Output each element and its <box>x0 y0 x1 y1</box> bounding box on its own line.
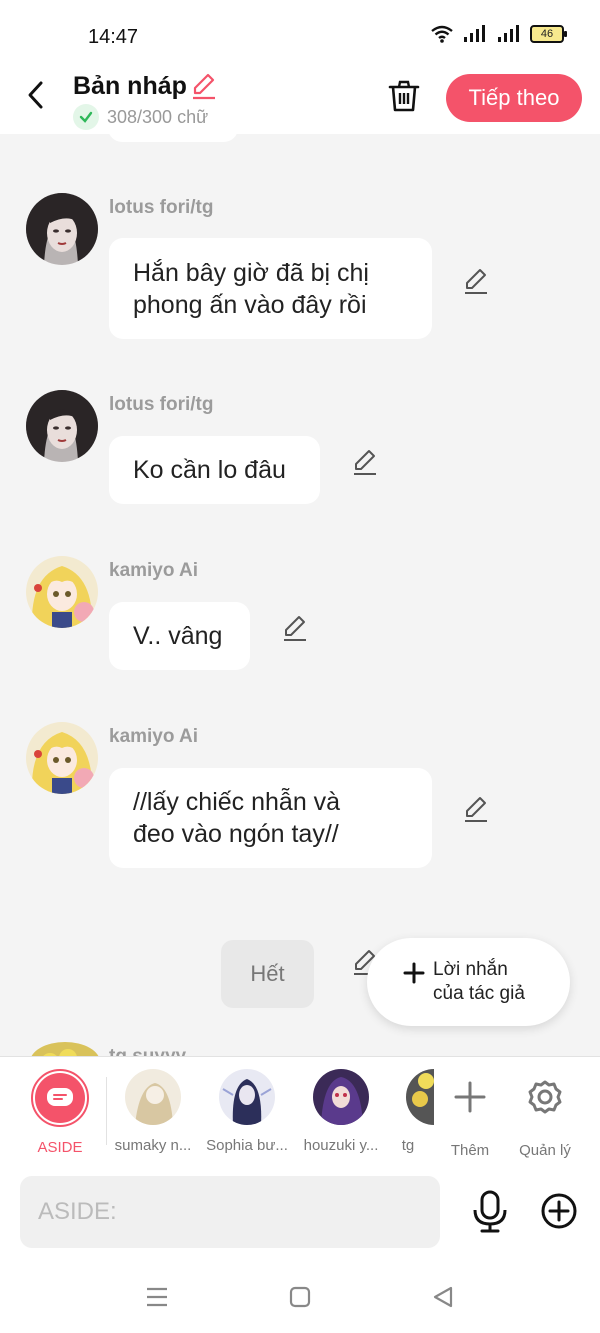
message-sender: kamiyo Ai <box>109 726 199 747</box>
wifi-icon <box>431 25 453 43</box>
character-label: tg <box>401 1137 415 1154</box>
message-line: Hắn bây giờ đã bị chị <box>133 258 369 287</box>
message-bubble[interactable]: Hắn bây giờ đã bị chị phong ấn vào đây r… <box>109 238 432 339</box>
input-bar: ASIDE: <box>0 1164 600 1260</box>
message-input[interactable]: ASIDE: <box>20 1176 440 1248</box>
page-title[interactable]: Bản nháp <box>73 72 187 101</box>
avatar[interactable] <box>30 1042 100 1056</box>
chat-bubble-icon <box>47 1088 73 1106</box>
status-icons: 46 <box>430 24 567 44</box>
microphone-icon[interactable] <box>470 1190 510 1234</box>
edit-message-icon[interactable] <box>351 448 379 476</box>
avatar <box>219 1069 275 1125</box>
avatar <box>125 1069 181 1125</box>
character-label: ASIDE <box>37 1139 83 1156</box>
author-note-line: Lời nhắn <box>433 959 508 980</box>
status-time: 14:47 <box>88 26 139 48</box>
avatar[interactable] <box>26 722 98 794</box>
home-icon[interactable] <box>287 1284 313 1310</box>
menu-icon[interactable] <box>144 1284 170 1310</box>
trash-icon[interactable] <box>386 78 422 114</box>
character-label: Sophia bư... <box>206 1137 288 1154</box>
add-character-button[interactable]: Thêm <box>437 1069 503 1159</box>
edit-title-icon[interactable] <box>190 72 218 100</box>
previous-message-bubble[interactable] <box>108 134 238 142</box>
author-note-button[interactable]: Lời nhắn của tác giả <box>367 938 570 1026</box>
signal-icon <box>464 25 485 42</box>
end-marker-bubble[interactable]: Hết <box>221 940 314 1008</box>
plus-icon <box>454 1081 486 1113</box>
edit-message-icon[interactable] <box>462 267 490 295</box>
message-bubble[interactable]: V.. vâng <box>109 602 250 670</box>
message-sender: kamiyo Ai <box>109 560 199 581</box>
message-sender: lotus fori/tg <box>109 394 214 415</box>
manage-button[interactable]: Quản lý <box>512 1069 578 1159</box>
gear-icon <box>528 1080 562 1114</box>
message-line: //lấy chiếc nhẫn và <box>133 788 341 816</box>
back-icon[interactable] <box>22 80 52 110</box>
back-nav-icon[interactable] <box>430 1284 456 1310</box>
header: Bản nháp 308/300 chữ Tiếp theo <box>0 70 600 134</box>
message-bubble[interactable]: //lấy chiếc nhẫn và đeo vào ngón tay// <box>109 768 432 868</box>
system-nav-bar <box>0 1260 600 1333</box>
character-item[interactable]: sumaky n... <box>106 1069 200 1154</box>
message-line: phong ấn vào đây rồi <box>133 290 367 319</box>
manage-label: Quản lý <box>519 1142 571 1159</box>
character-label: sumaky n... <box>114 1137 192 1154</box>
chat-area[interactable]: lotus fori/tg Hắn bây giờ đã bị chị phon… <box>0 134 600 1056</box>
avatar <box>406 1069 434 1125</box>
add-circle-icon[interactable] <box>540 1192 578 1230</box>
edit-message-icon[interactable] <box>281 614 309 642</box>
character-aside[interactable]: ASIDE <box>13 1069 107 1156</box>
signal-icon-2 <box>498 25 519 42</box>
check-icon <box>73 104 99 130</box>
add-label: Thêm <box>450 1142 490 1159</box>
message-line: Ko cần lo đâu <box>133 456 286 484</box>
plus-icon <box>403 962 425 984</box>
message-sender: tg suyyy <box>109 1046 186 1056</box>
next-button[interactable]: Tiếp theo <box>446 74 582 122</box>
message-line: V.. vâng <box>133 622 223 650</box>
author-note-label: Lời nhắn của tác giả <box>433 958 525 1006</box>
message-line: đeo vào ngón tay// <box>133 820 339 848</box>
battery-level: 46 <box>540 28 554 40</box>
avatar[interactable] <box>26 193 98 265</box>
message-bubble[interactable]: Ko cần lo đâu <box>109 436 320 504</box>
avatar[interactable] <box>26 556 98 628</box>
character-item[interactable]: Sophia bư... <box>200 1069 294 1154</box>
battery-icon: 46 <box>530 25 567 43</box>
edit-message-icon[interactable] <box>462 795 490 823</box>
avatar[interactable] <box>26 390 98 462</box>
author-note-line: của tác giả <box>433 983 525 1004</box>
character-bar: ASIDE sumaky n... Sophia bư... houzuki y… <box>0 1056 600 1164</box>
word-counter: 308/300 chữ <box>73 104 208 130</box>
avatar <box>313 1069 369 1125</box>
message-sender: lotus fori/tg <box>109 197 214 218</box>
status-bar: 14:47 46 <box>0 0 600 70</box>
counter-text: 308/300 chữ <box>107 106 209 127</box>
aside-avatar <box>31 1069 89 1127</box>
